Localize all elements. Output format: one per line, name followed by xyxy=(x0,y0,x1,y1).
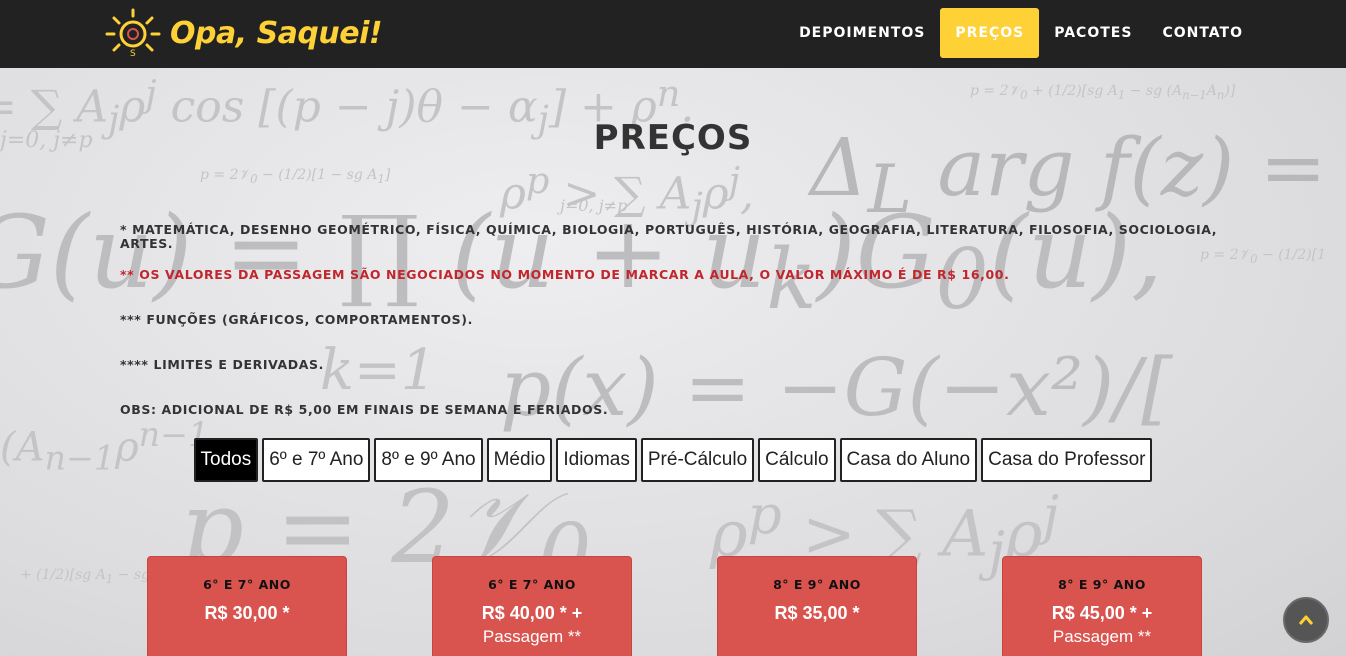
filter-medio[interactable]: Médio xyxy=(486,438,553,482)
note-subjects: * MATEMÁTICA, DESENHO GEOMÉTRICO, FÍSICA… xyxy=(120,222,1218,251)
lightbulb-icon: S xyxy=(105,8,161,59)
filter-bar: Todos 6º e 7º Ano 8º e 9º Ano Médio Idio… xyxy=(0,438,1346,482)
nav-item-depoimentos[interactable]: DEPOIMENTOS xyxy=(784,8,940,58)
card-price: R$ 30,00 * xyxy=(204,603,290,623)
nav-item-contato[interactable]: CONTATO xyxy=(1147,8,1258,58)
pricing-section: PREÇOS * MATEMÁTICA, DESENHO GEOMÉTRICO,… xyxy=(0,68,1346,656)
note-funcoes: *** FUNÇÕES (GRÁFICOS, COMPORTAMENTOS). xyxy=(120,312,473,327)
navbar: S Opa, Saquei! DEPOIMENTOS PREÇOS PACOTE… xyxy=(0,0,1346,68)
card-extra: Passagem ** xyxy=(482,627,582,646)
price-card[interactable]: 8° E 9° ANO R$ 45,00 * + Passagem ** xyxy=(1002,556,1202,656)
card-extra: Passagem ** xyxy=(1052,627,1152,646)
note-limites: **** LIMITES E DERIVADAS. xyxy=(120,357,325,372)
card-grade: 8° E 9° ANO xyxy=(1058,577,1146,592)
nav-item-pacotes[interactable]: PACOTES xyxy=(1039,8,1147,58)
price-card[interactable]: 8° E 9° ANO R$ 35,00 * xyxy=(717,556,917,656)
card-price: R$ 40,00 * + xyxy=(481,603,583,623)
price-card[interactable]: 6° E 7° ANO R$ 30,00 * xyxy=(147,556,347,656)
filter-pre-calculo[interactable]: Pré-Cálculo xyxy=(640,438,755,482)
card-price: R$ 35,00 * xyxy=(774,603,860,623)
filter-idiomas[interactable]: Idiomas xyxy=(556,438,637,482)
brand-logo[interactable]: S Opa, Saquei! xyxy=(104,6,383,60)
filter-casa-do-professor[interactable]: Casa do Professor xyxy=(981,438,1153,482)
card-price: R$ 45,00 * + xyxy=(1051,603,1153,623)
notes-list: * MATEMÁTICA, DESENHO GEOMÉTRICO, FÍSICA… xyxy=(120,223,1240,448)
scroll-top-button[interactable] xyxy=(1283,597,1329,643)
price-cards: 6° E 7° ANO R$ 30,00 * 6° E 7° ANO R$ 40… xyxy=(0,556,1346,656)
svg-text:S: S xyxy=(130,49,136,59)
filter-8-9-ano[interactable]: 8º e 9º Ano xyxy=(374,438,483,482)
note-passagem: ** OS VALORES DA PASSAGEM SÃO NEGOCIADOS… xyxy=(120,267,1010,282)
brand-name: Opa, Saquei! xyxy=(170,15,383,51)
nav-item-precos[interactable]: PREÇOS xyxy=(940,8,1040,58)
price-card[interactable]: 6° E 7° ANO R$ 40,00 * + Passagem ** xyxy=(432,556,632,656)
filter-casa-do-aluno[interactable]: Casa do Aluno xyxy=(839,438,978,482)
chevron-up-icon xyxy=(1299,615,1313,625)
page-title: PREÇOS xyxy=(593,118,753,158)
filter-calculo[interactable]: Cálculo xyxy=(758,438,836,482)
filter-todos[interactable]: Todos xyxy=(193,438,259,482)
card-grade: 6° E 7° ANO xyxy=(203,577,291,592)
card-grade: 6° E 7° ANO xyxy=(488,577,576,592)
card-grade: 8° E 9° ANO xyxy=(773,577,861,592)
filter-6-7-ano[interactable]: 6º e 7º Ano xyxy=(262,438,371,482)
main-menu: DEPOIMENTOS PREÇOS PACOTES CONTATO xyxy=(784,8,1258,58)
